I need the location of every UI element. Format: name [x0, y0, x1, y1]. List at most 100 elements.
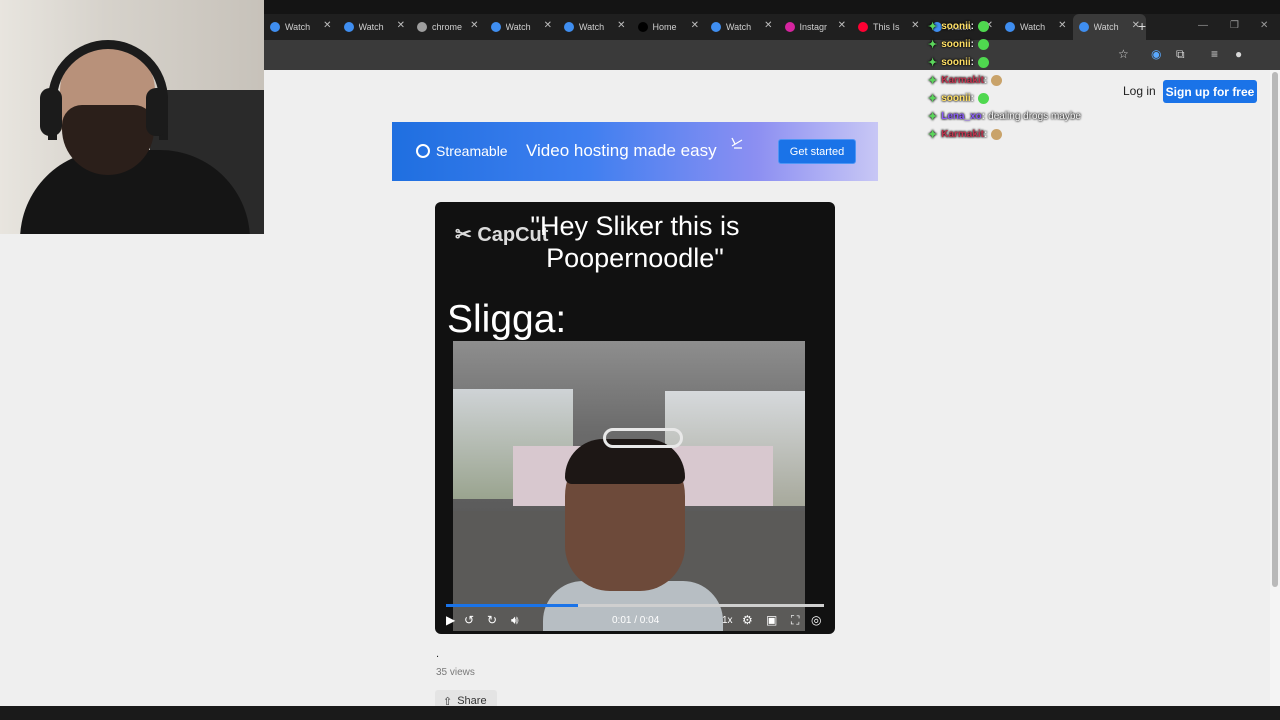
sub-badge-icon: ✦ [928, 56, 938, 69]
minimize-icon[interactable]: — [1198, 20, 1208, 31]
rewind-icon[interactable]: ↺ [464, 613, 474, 627]
chat-username: soonii [941, 56, 971, 68]
watermark-text: CapCut [477, 224, 549, 246]
tab-close-icon[interactable]: ✕ [691, 20, 699, 31]
chat-emote-icon [978, 92, 990, 104]
play-icon[interactable]: ▶ [446, 613, 455, 627]
tab-title: Instagr [799, 22, 828, 32]
sub-badge-icon: ✦ [928, 20, 938, 33]
browser-tab[interactable]: This Is ✕ [852, 14, 926, 40]
chat-emote-icon [991, 74, 1003, 86]
maximize-icon[interactable]: ❐ [1230, 20, 1239, 31]
instagram-icon [784, 22, 795, 32]
chat-username: Karmakit [941, 128, 985, 140]
forward-icon[interactable]: ↻ [487, 613, 497, 627]
playback-speed-button[interactable]: 1x [722, 615, 733, 626]
seek-bar[interactable] [446, 604, 824, 607]
browser-tab[interactable]: Watch ✕ [264, 14, 338, 40]
tab-title: chrome [432, 22, 463, 32]
time-display: 0:01 / 0:04 [612, 615, 660, 626]
tab-close-icon[interactable]: ✕ [397, 20, 405, 31]
youtube-icon [858, 22, 868, 32]
tab-title: Watch [285, 22, 311, 32]
tab-title: This Is [873, 22, 900, 32]
browser-tab[interactable]: Instagr ✕ [779, 14, 853, 40]
browser-tab[interactable]: Watch ✕ [338, 14, 412, 40]
chat-message: ✦ Karmakit : [928, 125, 1128, 143]
fullscreen-icon[interactable]: ⛶ [791, 613, 799, 628]
chat-message: ✦ soonii : [928, 17, 1128, 35]
sub-badge-icon: ✦ [928, 74, 938, 87]
streamable-brand-icon[interactable]: ◎ [811, 613, 821, 627]
chat-username: soonii [941, 20, 971, 32]
seek-bar-fill [446, 604, 579, 607]
sparkle-icon [731, 137, 743, 149]
browser-tab[interactable]: Watch ✕ [705, 14, 779, 40]
chat-separator: : [970, 20, 975, 32]
streamable-icon [343, 22, 354, 32]
banner-brand: Streamable [436, 143, 508, 159]
chat-username: Karmakit [941, 74, 985, 86]
browser-tab[interactable]: chrome ✕ [411, 14, 485, 40]
chat-username: soonii [941, 92, 971, 104]
chat-emote-icon [978, 20, 990, 32]
webcam-overlay [0, 0, 264, 234]
chat-separator: : [970, 38, 975, 50]
chrome-icon [417, 22, 427, 32]
sub-badge-icon: ✦ [928, 128, 938, 141]
chat-message: ✦ Lena_xo : dealing drogs maybe [928, 107, 1128, 125]
tab-title: Watch [726, 22, 752, 32]
settings-icon[interactable]: ⚙ [742, 613, 753, 627]
headset-cup-left [40, 88, 62, 136]
view-count: 35 views [436, 667, 475, 678]
tab-title: Watch [358, 22, 384, 32]
tab-close-icon[interactable]: ✕ [617, 20, 625, 31]
profile-avatar[interactable]: ● [1235, 47, 1242, 61]
picture-in-picture-icon[interactable]: ▣ [766, 613, 777, 627]
chat-text: dealing drogs maybe [988, 110, 1081, 122]
promo-banner[interactable]: Streamable Video hosting made easy Get s… [392, 122, 878, 181]
tab-close-icon[interactable]: ✕ [323, 20, 331, 31]
stream-chat-overlay: ✦ soonii : ✦ soonii : ✦ soonii : ✦ Karmakit : ✦ s… [928, 17, 1128, 143]
browser-tab[interactable]: Home ✕ [632, 14, 706, 40]
streamable-icon [564, 22, 574, 32]
capcut-logo-icon: ✂ [455, 224, 472, 246]
capcut-watermark: ✂ CapCut [455, 222, 548, 247]
tab-title: Home [652, 22, 677, 32]
video-frame [453, 341, 805, 631]
extensions-icon[interactable]: ⧉ [1176, 47, 1185, 62]
chat-separator: : [981, 110, 986, 122]
tab-search-icon[interactable]: ≡ [1211, 47, 1218, 61]
headset-cup-right [146, 88, 168, 136]
video-description: . [436, 648, 440, 660]
tab-close-icon[interactable]: ✕ [544, 20, 552, 31]
signup-button[interactable]: Sign up for free [1163, 80, 1257, 103]
browser-tab[interactable]: Watch ✕ [558, 14, 632, 40]
speaker-label: Sligga: [447, 298, 567, 341]
close-window-icon[interactable]: ✕ [1260, 20, 1268, 31]
chat-separator: : [970, 56, 975, 68]
streamable-icon [490, 22, 501, 32]
chat-message: ✦ soonii : [928, 89, 1128, 107]
tab-close-icon[interactable]: ✕ [470, 20, 478, 31]
new-tab-button[interactable]: + [1138, 18, 1146, 34]
sub-badge-icon: ✦ [928, 92, 938, 105]
tab-close-icon[interactable]: ✕ [764, 20, 772, 31]
streamable-icon [270, 22, 280, 32]
chat-emote-icon [978, 56, 990, 68]
browser-tab[interactable]: Watch ✕ [485, 14, 559, 40]
scrollbar-thumb[interactable] [1272, 72, 1278, 587]
tab-close-icon[interactable]: ✕ [838, 20, 846, 31]
tab-title: Watch [579, 22, 605, 32]
media-icon[interactable]: ◉ [1151, 47, 1161, 61]
chat-username: Lena_xo [941, 110, 982, 122]
tab-title: Watch [505, 22, 531, 32]
chat-separator: : [984, 74, 988, 86]
video-player[interactable]: "Hey Sliker this is Poopernoodle" ✂ CapC… [435, 202, 835, 634]
volume-icon[interactable]: 🔊︎ [511, 613, 519, 628]
chat-message: ✦ Karmakit : [928, 71, 1128, 89]
taskbar-edge [0, 706, 1280, 720]
get-started-button[interactable]: Get started [778, 139, 856, 164]
chat-emote-icon [991, 128, 1003, 140]
tab-close-icon[interactable]: ✕ [911, 20, 919, 31]
